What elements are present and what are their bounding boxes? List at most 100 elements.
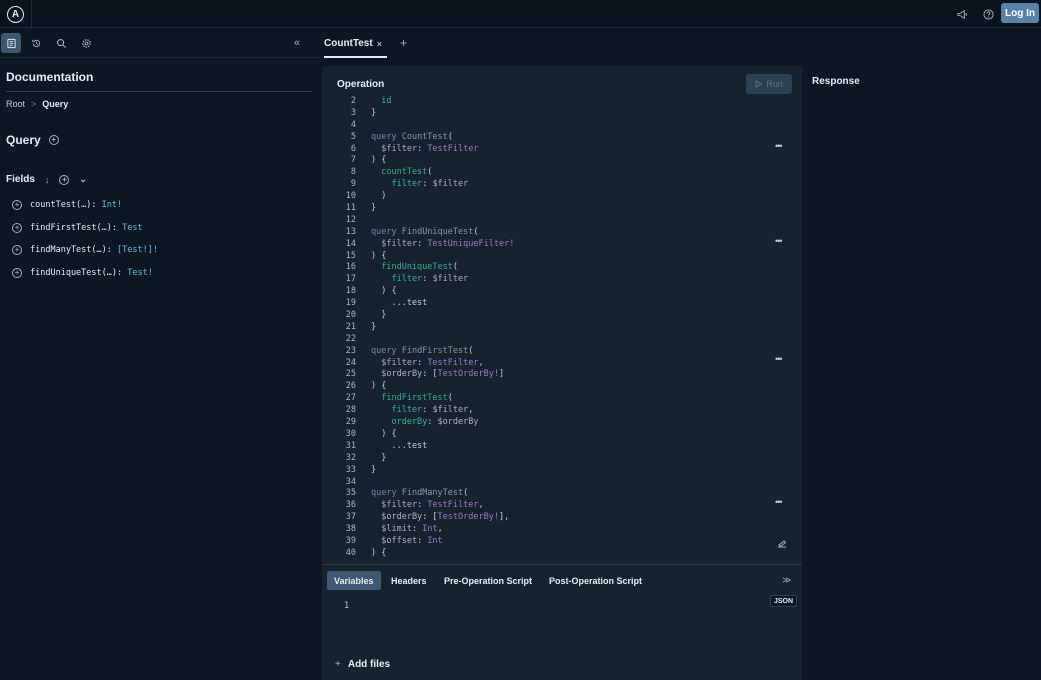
field-item[interactable]: + findFirstTest(…): Test <box>12 217 158 240</box>
run-button[interactable]: Run <box>746 74 792 94</box>
operation-panel: Operation Run 2 id 3} 4 5 query CountTest(6 … <box>322 66 802 564</box>
tab-post-operation-script[interactable]: Post-Operation Script <box>542 571 649 590</box>
history-icon[interactable] <box>26 33 46 53</box>
line-number: 27 <box>345 393 356 404</box>
operation-menu-icon[interactable]: ••• <box>775 236 783 246</box>
code-line[interactable]: 16 findUniqueTest( <box>322 262 802 274</box>
code-line[interactable]: 29 orderBy: $orderBy <box>322 417 802 429</box>
code-token: : <box>417 500 428 511</box>
add-circle-icon[interactable]: + <box>48 135 59 145</box>
field-item[interactable]: + findUniqueTest(…): Test! <box>12 262 158 285</box>
add-circle-icon[interactable]: + <box>12 200 22 211</box>
line-content: filter: $filter <box>371 274 468 286</box>
code-line[interactable]: 6 $filter: TestFilter <box>322 144 802 156</box>
code-line[interactable]: 15) { <box>322 251 802 263</box>
code-line[interactable]: 31 ...test <box>322 441 802 453</box>
json-badge[interactable]: JSON <box>770 595 798 607</box>
code-line[interactable]: 13 query FindUniqueTest( <box>322 227 802 239</box>
add-circle-icon[interactable]: + <box>12 245 22 256</box>
add-files-button[interactable]: + Add files <box>335 659 390 670</box>
line-number: 3 <box>350 107 356 118</box>
add-circle-icon[interactable]: + <box>12 222 22 233</box>
search-icon[interactable] <box>51 33 71 53</box>
code-line[interactable]: 2 id <box>322 96 802 108</box>
active-tab-indicator <box>324 56 387 58</box>
megaphone-icon[interactable] <box>954 6 970 22</box>
code-line[interactable]: 5 query CountTest( <box>322 132 802 144</box>
field-item[interactable]: + findManyTest(…): [Test!]! <box>12 239 158 262</box>
code-line[interactable]: 34 <box>322 477 802 489</box>
code-line[interactable]: 7) { <box>322 155 802 167</box>
line-number: 16 <box>345 262 356 273</box>
arrow-down-icon[interactable]: ↓ <box>45 175 50 185</box>
field-type[interactable]: Int! <box>102 200 122 210</box>
code-line[interactable]: 26) { <box>322 381 802 393</box>
field-item[interactable]: + countTest(…): Int! <box>12 194 158 217</box>
code-line[interactable]: 22 <box>322 334 802 346</box>
tab-variables[interactable]: Variables <box>327 571 381 590</box>
settings-icon[interactable] <box>76 33 96 53</box>
operation-menu-icon[interactable]: ••• <box>775 497 783 507</box>
tab-counttest[interactable]: CountTest × <box>324 38 382 49</box>
add-all-fields-icon[interactable]: + <box>59 174 70 185</box>
code-token: Int <box>422 524 438 535</box>
line-content: } <box>371 108 376 120</box>
field-type[interactable]: [Test!]! <box>117 245 158 255</box>
collapse-panel-icon[interactable]: ≫ <box>782 575 791 586</box>
code-line[interactable]: 10 ) <box>322 191 802 203</box>
field-type[interactable]: Test <box>122 223 142 233</box>
code-line[interactable]: 40) { <box>322 548 802 560</box>
collapse-sidebar-icon[interactable]: « <box>287 33 307 53</box>
code-line[interactable]: 17 filter: $filter <box>322 274 802 286</box>
code-line[interactable]: 12 <box>322 215 802 227</box>
line-content: orderBy: $orderBy <box>371 417 478 429</box>
chevron-down-icon[interactable]: ⌄ <box>79 174 87 185</box>
code-line[interactable]: 28 filter: $filter, <box>322 405 802 417</box>
code-line[interactable]: 33} <box>322 465 802 477</box>
code-line[interactable]: 14 $filter: TestUniqueFilter! <box>322 239 802 251</box>
code-token: TestOrderBy! <box>437 512 499 523</box>
code-line[interactable]: 8 countTest( <box>322 167 802 179</box>
code-line[interactable]: 38 $limit: Int, <box>322 524 802 536</box>
tab-pre-operation-script[interactable]: Pre-Operation Script <box>437 571 539 590</box>
apollo-logo[interactable]: A <box>0 0 32 28</box>
help-circle-icon[interactable] <box>980 6 996 22</box>
operation-menu-icon[interactable]: ••• <box>775 141 783 151</box>
code-line[interactable]: 21} <box>322 322 802 334</box>
add-circle-icon[interactable]: + <box>12 267 22 278</box>
code-line[interactable]: 37 $orderBy: [TestOrderBy!], <box>322 512 802 524</box>
code-line[interactable]: 20 } <box>322 310 802 322</box>
code-token: : [ <box>422 512 438 523</box>
code-line[interactable]: 9 filter: $filter <box>322 179 802 191</box>
code-line[interactable]: 23 query FindFirstTest( <box>322 346 802 358</box>
close-icon[interactable]: × <box>377 39 382 49</box>
code-line[interactable]: 11} <box>322 203 802 215</box>
tab-headers[interactable]: Headers <box>384 571 434 590</box>
code-line[interactable]: 4 <box>322 120 802 132</box>
code-line[interactable]: 30 ) { <box>322 429 802 441</box>
code-line[interactable]: 24 $filter: TestFilter, <box>322 358 802 370</box>
code-line[interactable]: 35 query FindManyTest( <box>322 488 802 500</box>
field-type[interactable]: Test! <box>127 268 153 278</box>
code-line[interactable]: 36 $filter: TestFilter, <box>322 500 802 512</box>
documentation-icon[interactable] <box>1 33 21 53</box>
code-line[interactable]: 39 $offset: Int <box>322 536 802 548</box>
code-line[interactable]: 18 ) { <box>322 286 802 298</box>
breadcrumb-root[interactable]: Root <box>6 99 25 109</box>
add-tab-icon[interactable]: + <box>400 36 407 50</box>
code-line[interactable]: 32 } <box>322 453 802 465</box>
operation-menu-icon[interactable]: ••• <box>775 354 783 364</box>
code-line[interactable]: 3} <box>322 108 802 120</box>
code-line[interactable]: 19 ...test <box>322 298 802 310</box>
line-content: ...test <box>371 298 427 310</box>
line-number: 5 <box>350 131 356 142</box>
prettify-icon[interactable] <box>776 539 788 549</box>
line-number: 35 <box>345 488 356 499</box>
code-line[interactable]: 27 findFirstTest( <box>322 393 802 405</box>
code-token: : <box>417 238 428 249</box>
login-button[interactable]: Log In <box>1001 3 1039 23</box>
code-token: ( <box>468 345 474 356</box>
code-editor[interactable]: 2 id 3} 4 5 query CountTest(6 $filter: TestF… <box>322 96 802 562</box>
code-line[interactable]: 25 $orderBy: [TestOrderBy!] <box>322 369 802 381</box>
code-token: ) { <box>371 428 397 439</box>
